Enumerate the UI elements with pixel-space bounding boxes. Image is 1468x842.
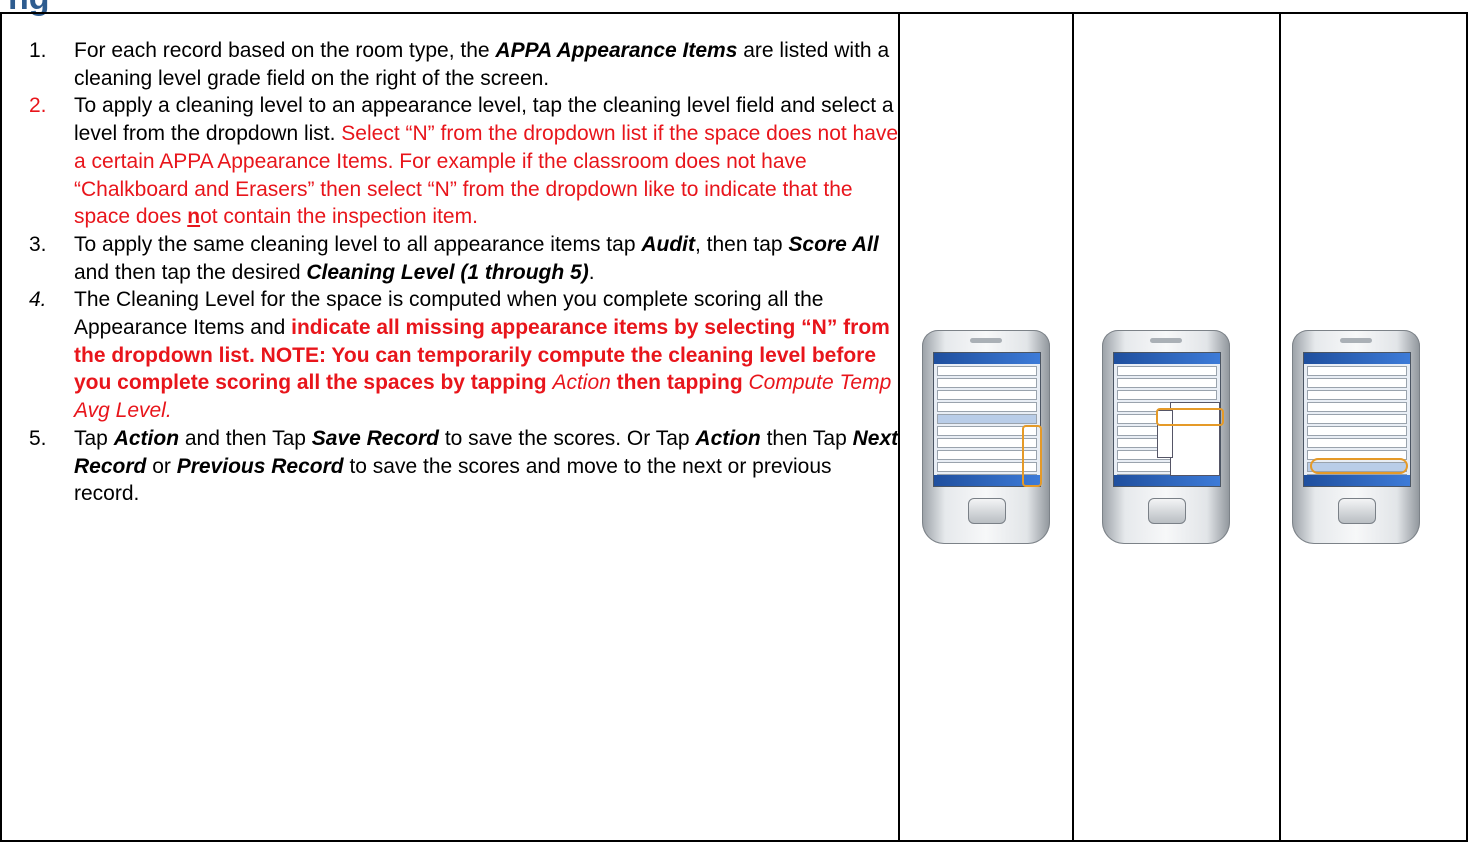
step-text: . (588, 260, 595, 284)
device-screenshot-3 (1292, 330, 1420, 544)
speaker-grille (1340, 338, 1372, 343)
step-note: ot contain the inspection item. (200, 205, 478, 229)
device-screenshot-2 (1102, 330, 1230, 544)
step-term: APPA Appearance Items (495, 39, 738, 62)
instructions-cell: 1. For each record based on the room typ… (0, 12, 901, 842)
device-home-button (1148, 498, 1186, 524)
step-text: and then tap the desired (74, 260, 307, 284)
step-term: Previous Record (176, 454, 344, 478)
table-row: 1. For each record based on the room typ… (0, 12, 1468, 842)
step-text: then Tap (760, 426, 853, 450)
step-text: to save the scores. Or Tap (439, 426, 696, 450)
step-note: then tapping (610, 371, 749, 395)
list-item: 5. Tap Action and then Tap Save Record t… (29, 425, 899, 508)
highlight-grade-fields (1022, 425, 1042, 487)
step-term: Save Record (311, 426, 439, 450)
device-home-button (1338, 498, 1376, 524)
step-number: 2. (29, 94, 47, 118)
list-item: 3. To apply the same cleaning level to a… (29, 231, 899, 286)
step-term: Action (552, 371, 611, 395)
step-text: or (146, 454, 177, 478)
list-item: 2. To apply a cleaning level to an appea… (29, 92, 899, 231)
speaker-grille (1150, 338, 1182, 343)
step-number: 4. (29, 288, 47, 312)
list-item: 4. The Cleaning Level for the space is c… (29, 286, 899, 425)
step-emphasis: n (187, 205, 201, 229)
step-number: 1. (29, 39, 47, 62)
step-text: and then Tap (179, 426, 312, 450)
step-number: 3. (29, 232, 47, 256)
device-screenshot-1 (922, 330, 1050, 544)
step-number: 5. (29, 426, 47, 450)
step-term: Audit (641, 232, 695, 256)
step-term: Cleaning Level (1 through 5) (306, 260, 589, 284)
highlight-space-level (1310, 458, 1408, 474)
list-item: 1. For each record based on the room typ… (29, 37, 899, 92)
step-term: Action (695, 426, 761, 450)
device-home-button (968, 498, 1006, 524)
step-term: Action (113, 426, 180, 450)
step-text: , then tap (695, 232, 789, 256)
step-text: Tap (74, 426, 114, 450)
speaker-grille (970, 338, 1002, 343)
step-text: To apply the same cleaning level to all … (74, 232, 642, 256)
steps-list: 1. For each record based on the room typ… (29, 37, 899, 508)
step-text: For each record based on the room type, … (74, 39, 496, 62)
step-term: Score All (788, 232, 879, 256)
highlight-score-all (1156, 408, 1224, 426)
instruction-table: 1. For each record based on the room typ… (0, 12, 1468, 842)
